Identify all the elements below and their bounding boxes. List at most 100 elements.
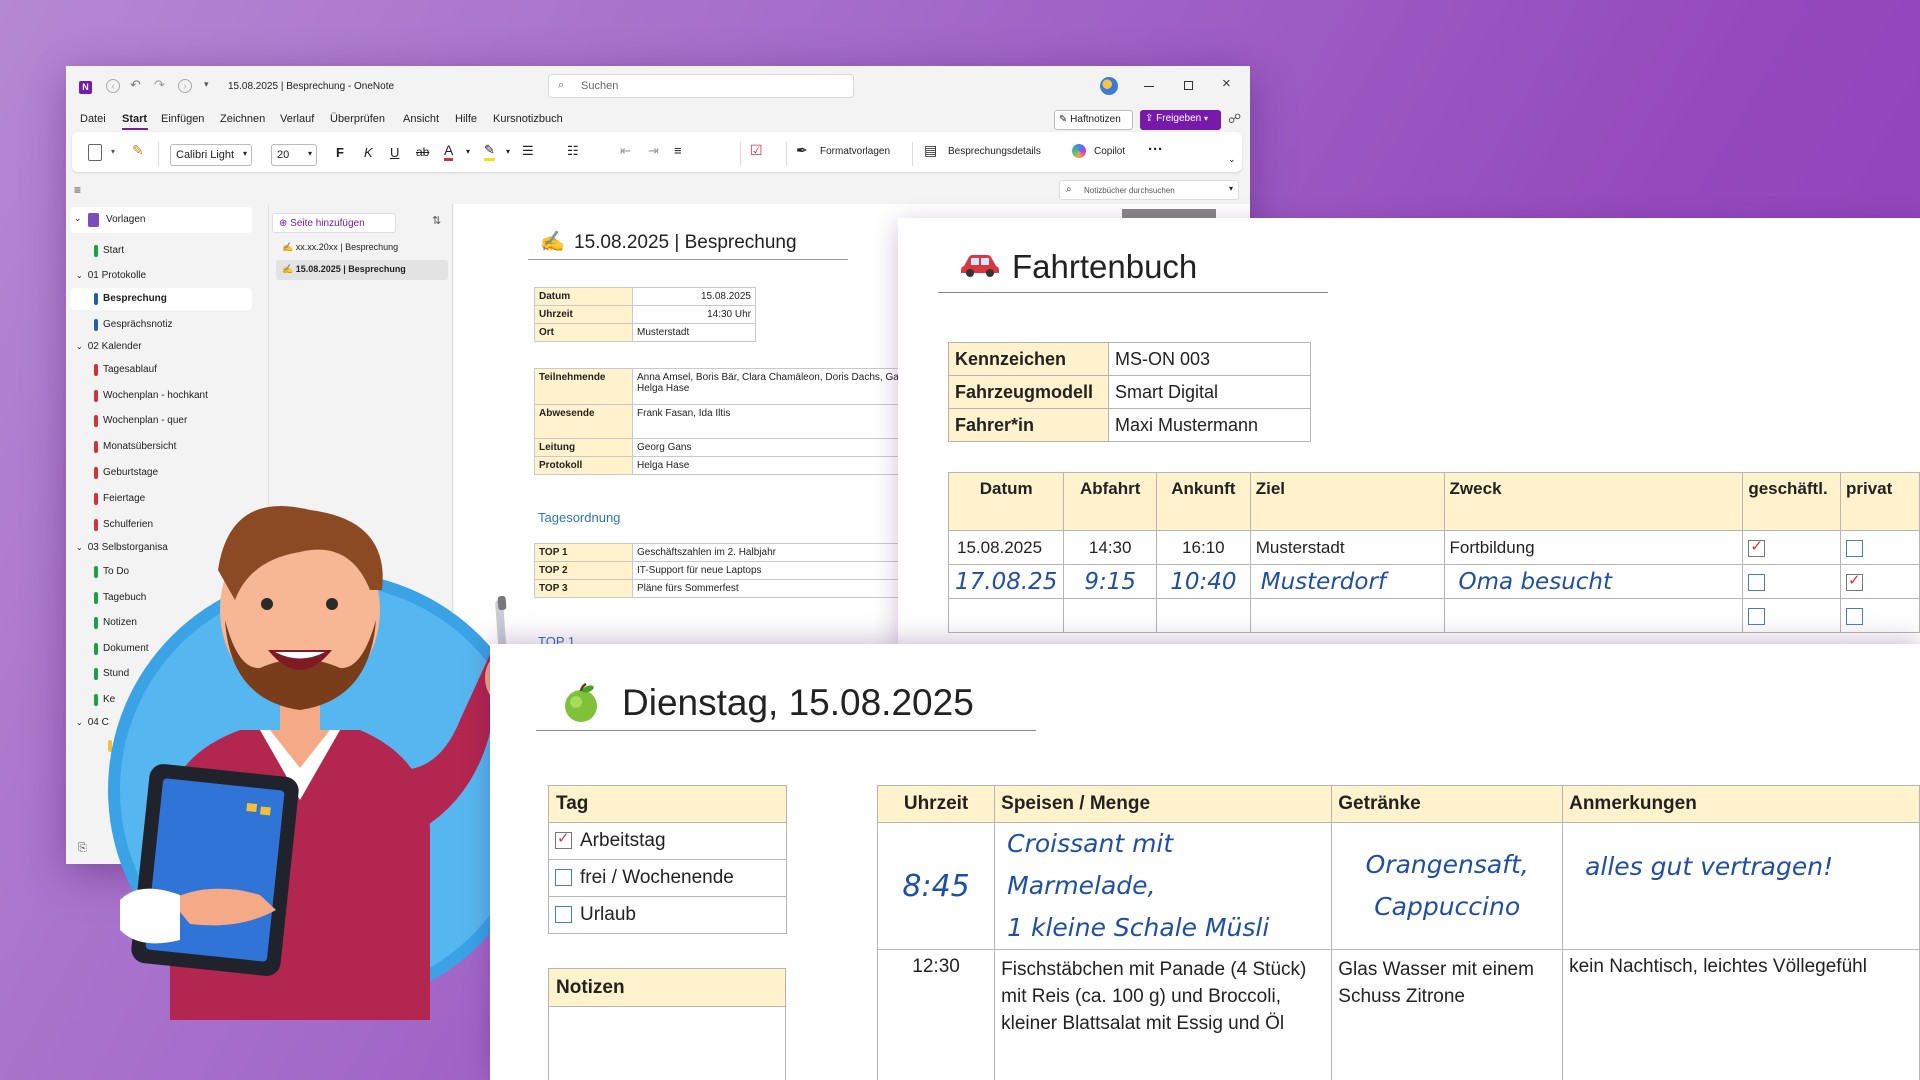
table-cell[interactable] bbox=[1443, 598, 1744, 633]
menu-ueberpruefen[interactable]: Überprüfen bbox=[330, 113, 385, 125]
bold-button[interactable]: F bbox=[336, 145, 344, 160]
table-cell[interactable]: Maxi Mustermann bbox=[1108, 408, 1311, 442]
hamburger-icon[interactable]: ≡ bbox=[74, 183, 81, 197]
checkbox-privat[interactable] bbox=[1845, 539, 1863, 557]
menu-datei[interactable]: Datei bbox=[80, 113, 106, 125]
table-cell[interactable]: MS-ON 003 bbox=[1108, 342, 1311, 376]
tag-icon[interactable]: ☑ bbox=[750, 142, 763, 159]
undo-icon[interactable]: ↶ bbox=[130, 77, 141, 93]
paste-icon[interactable] bbox=[88, 144, 102, 161]
align-icon[interactable]: ≡ bbox=[674, 143, 682, 158]
back-icon[interactable]: ‹ bbox=[106, 79, 120, 93]
section-monatsuebersicht[interactable]: Monatsübersicht bbox=[94, 437, 176, 457]
forward-icon[interactable]: › bbox=[178, 79, 192, 93]
tag-option-frei[interactable]: frei / Wochenende bbox=[548, 859, 787, 897]
handwritten-cell[interactable]: Croissant mit Marmelade, 1 kleine Schale … bbox=[994, 822, 1333, 950]
notizen-cell[interactable] bbox=[548, 1006, 786, 1080]
tag-option-urlaub[interactable]: Urlaub bbox=[548, 896, 787, 934]
table-cell[interactable]: 16:10 bbox=[1155, 530, 1251, 565]
numbered-list-icon[interactable]: ☷ bbox=[567, 143, 579, 159]
font-name-select[interactable]: Calibri Light ▾ bbox=[170, 144, 252, 166]
checkbox-privat-checked[interactable]: ✓ bbox=[1845, 572, 1863, 591]
table-cell[interactable]: Musterstadt bbox=[632, 323, 756, 342]
table-cell[interactable]: kein Nachtisch, leichtes Völlegefühl bbox=[1562, 949, 1920, 1080]
freigeben-button[interactable]: ⇪ Freigeben ▾ bbox=[1140, 110, 1221, 130]
table-cell[interactable]: Glas Wasser mit einem Schuss Zitrone bbox=[1331, 949, 1564, 1080]
table-cell[interactable] bbox=[947, 598, 1065, 633]
menu-verlauf[interactable]: Verlauf bbox=[280, 113, 314, 125]
underline-button[interactable]: U bbox=[390, 145, 399, 160]
handwritten-cell[interactable]: 9:15 bbox=[1063, 564, 1157, 599]
section-besprechung[interactable]: Besprechung bbox=[94, 289, 167, 309]
ribbon-collapse-icon[interactable]: ⌄ bbox=[1228, 154, 1236, 165]
table-cell[interactable]: Frank Fasan, Ida Iltis bbox=[632, 404, 934, 439]
table-cell[interactable] bbox=[1155, 598, 1251, 633]
table-cell[interactable]: 15.08.2025 bbox=[947, 530, 1065, 565]
sort-pages-icon[interactable]: ⇅ bbox=[432, 214, 441, 227]
paste-chevron-icon[interactable]: ▾ bbox=[111, 147, 115, 156]
menu-ansicht[interactable]: Ansicht bbox=[403, 113, 439, 125]
restore-icon[interactable] bbox=[1184, 81, 1193, 90]
table-cell[interactable]: Georg Gans bbox=[632, 438, 934, 457]
page-item-selected[interactable]: ✍ 15.08.2025 | Besprechung bbox=[276, 260, 448, 280]
quick-access-chevron-icon[interactable]: ▾ bbox=[204, 79, 209, 90]
handwritten-cell[interactable]: 8:45 bbox=[876, 822, 996, 950]
formatvorlagen-icon[interactable]: ✒ bbox=[796, 142, 808, 159]
tag-option-arbeitstag[interactable]: ✓ Arbeitstag bbox=[548, 822, 787, 860]
table-cell[interactable]: 12:30 bbox=[876, 949, 996, 1080]
checkbox[interactable] bbox=[555, 906, 572, 924]
table-cell[interactable]: Smart Digital bbox=[1108, 375, 1311, 409]
checkbox[interactable] bbox=[555, 869, 572, 887]
menu-einfuegen[interactable]: Einfügen bbox=[161, 113, 204, 125]
close-icon[interactable]: × bbox=[1222, 75, 1231, 92]
table-cell[interactable]: Helga Hase bbox=[632, 456, 934, 475]
section-geburtstage[interactable]: Geburtstage bbox=[94, 463, 158, 483]
more-options-icon[interactable]: ··· bbox=[1148, 141, 1163, 158]
checkbox-geschaeftlich[interactable] bbox=[1748, 573, 1766, 591]
strikethrough-button[interactable]: ab bbox=[416, 145, 429, 159]
checkbox-geschaeftlich-checked[interactable]: ✓ bbox=[1748, 538, 1766, 557]
indent-icon[interactable]: ⇥ bbox=[648, 143, 659, 159]
highlight-button[interactable]: ✎ bbox=[484, 142, 495, 161]
font-color-button[interactable]: A bbox=[444, 142, 454, 161]
avatar[interactable] bbox=[1100, 77, 1118, 95]
table-cell[interactable]: 15.08.2025 bbox=[632, 287, 756, 306]
handwritten-cell[interactable]: alles gut vertragen! bbox=[1562, 822, 1920, 950]
table-cell[interactable]: 14:30 Uhr bbox=[632, 305, 756, 324]
copilot-icon[interactable] bbox=[1072, 144, 1086, 158]
menu-kursnotizbuch[interactable]: Kursnotizbuch bbox=[493, 113, 563, 125]
chevron-down-icon[interactable]: ▾ bbox=[466, 147, 470, 156]
notebook-header[interactable]: ⌄ Vorlagen bbox=[70, 207, 252, 233]
minimize-icon[interactable] bbox=[1144, 86, 1154, 87]
table-cell[interactable]: Anna Amsel, Boris Bär, Clara Chamäleon, … bbox=[632, 368, 934, 405]
search-box[interactable]: ⌕ Suchen bbox=[548, 74, 854, 98]
besprechungsdetails-icon[interactable]: ▤ bbox=[924, 142, 937, 159]
table-cell[interactable]: Fischstäbchen mit Panade (4 Stück) mit Re… bbox=[994, 949, 1333, 1080]
menu-hilfe[interactable]: Hilfe bbox=[455, 113, 477, 125]
table-cell[interactable]: Fortbildung bbox=[1443, 530, 1744, 565]
handwritten-cell[interactable]: 10:40 bbox=[1155, 564, 1251, 599]
table-cell[interactable] bbox=[1063, 598, 1157, 633]
section-wochenplan-quer[interactable]: Wochenplan - quer bbox=[94, 411, 187, 431]
format-painter-icon[interactable]: ✎ bbox=[132, 142, 144, 159]
formatvorlagen-button[interactable]: Formatvorlagen bbox=[820, 146, 890, 157]
besprechungsdetails-button[interactable]: Besprechungsdetails bbox=[948, 146, 1041, 157]
table-cell[interactable]: 14:30 bbox=[1063, 530, 1157, 565]
chevron-down-icon[interactable]: ▾ bbox=[506, 147, 510, 156]
handwritten-cell[interactable]: Musterdorf bbox=[1249, 564, 1445, 599]
page-item[interactable]: ✍ xx.xx.20xx | Besprechung bbox=[276, 239, 448, 257]
handwritten-cell[interactable]: 17.08.25 bbox=[947, 564, 1065, 599]
checkbox-privat[interactable] bbox=[1845, 607, 1863, 625]
checkbox-checked[interactable]: ✓ bbox=[555, 830, 572, 850]
copilot-button[interactable]: Copilot bbox=[1094, 146, 1125, 157]
section-group-02-kalender[interactable]: ⌄ 02 Kalender bbox=[76, 337, 142, 357]
table-cell[interactable]: Musterstadt bbox=[1249, 530, 1445, 565]
handwritten-cell[interactable]: Orangensaft, Cappuccino bbox=[1331, 822, 1564, 950]
handwritten-cell[interactable]: Oma besucht bbox=[1443, 564, 1744, 599]
add-page-button[interactable]: ⊕ Seite hinzufügen bbox=[272, 213, 396, 233]
table-cell[interactable]: Pläne fürs Sommerfest bbox=[632, 579, 934, 598]
font-size-select[interactable]: 20 ▾ bbox=[271, 144, 317, 166]
section-tagesablauf[interactable]: Tagesablauf bbox=[94, 360, 157, 380]
redo-icon[interactable]: ↷ bbox=[154, 77, 165, 93]
menu-zeichnen[interactable]: Zeichnen bbox=[220, 113, 265, 125]
